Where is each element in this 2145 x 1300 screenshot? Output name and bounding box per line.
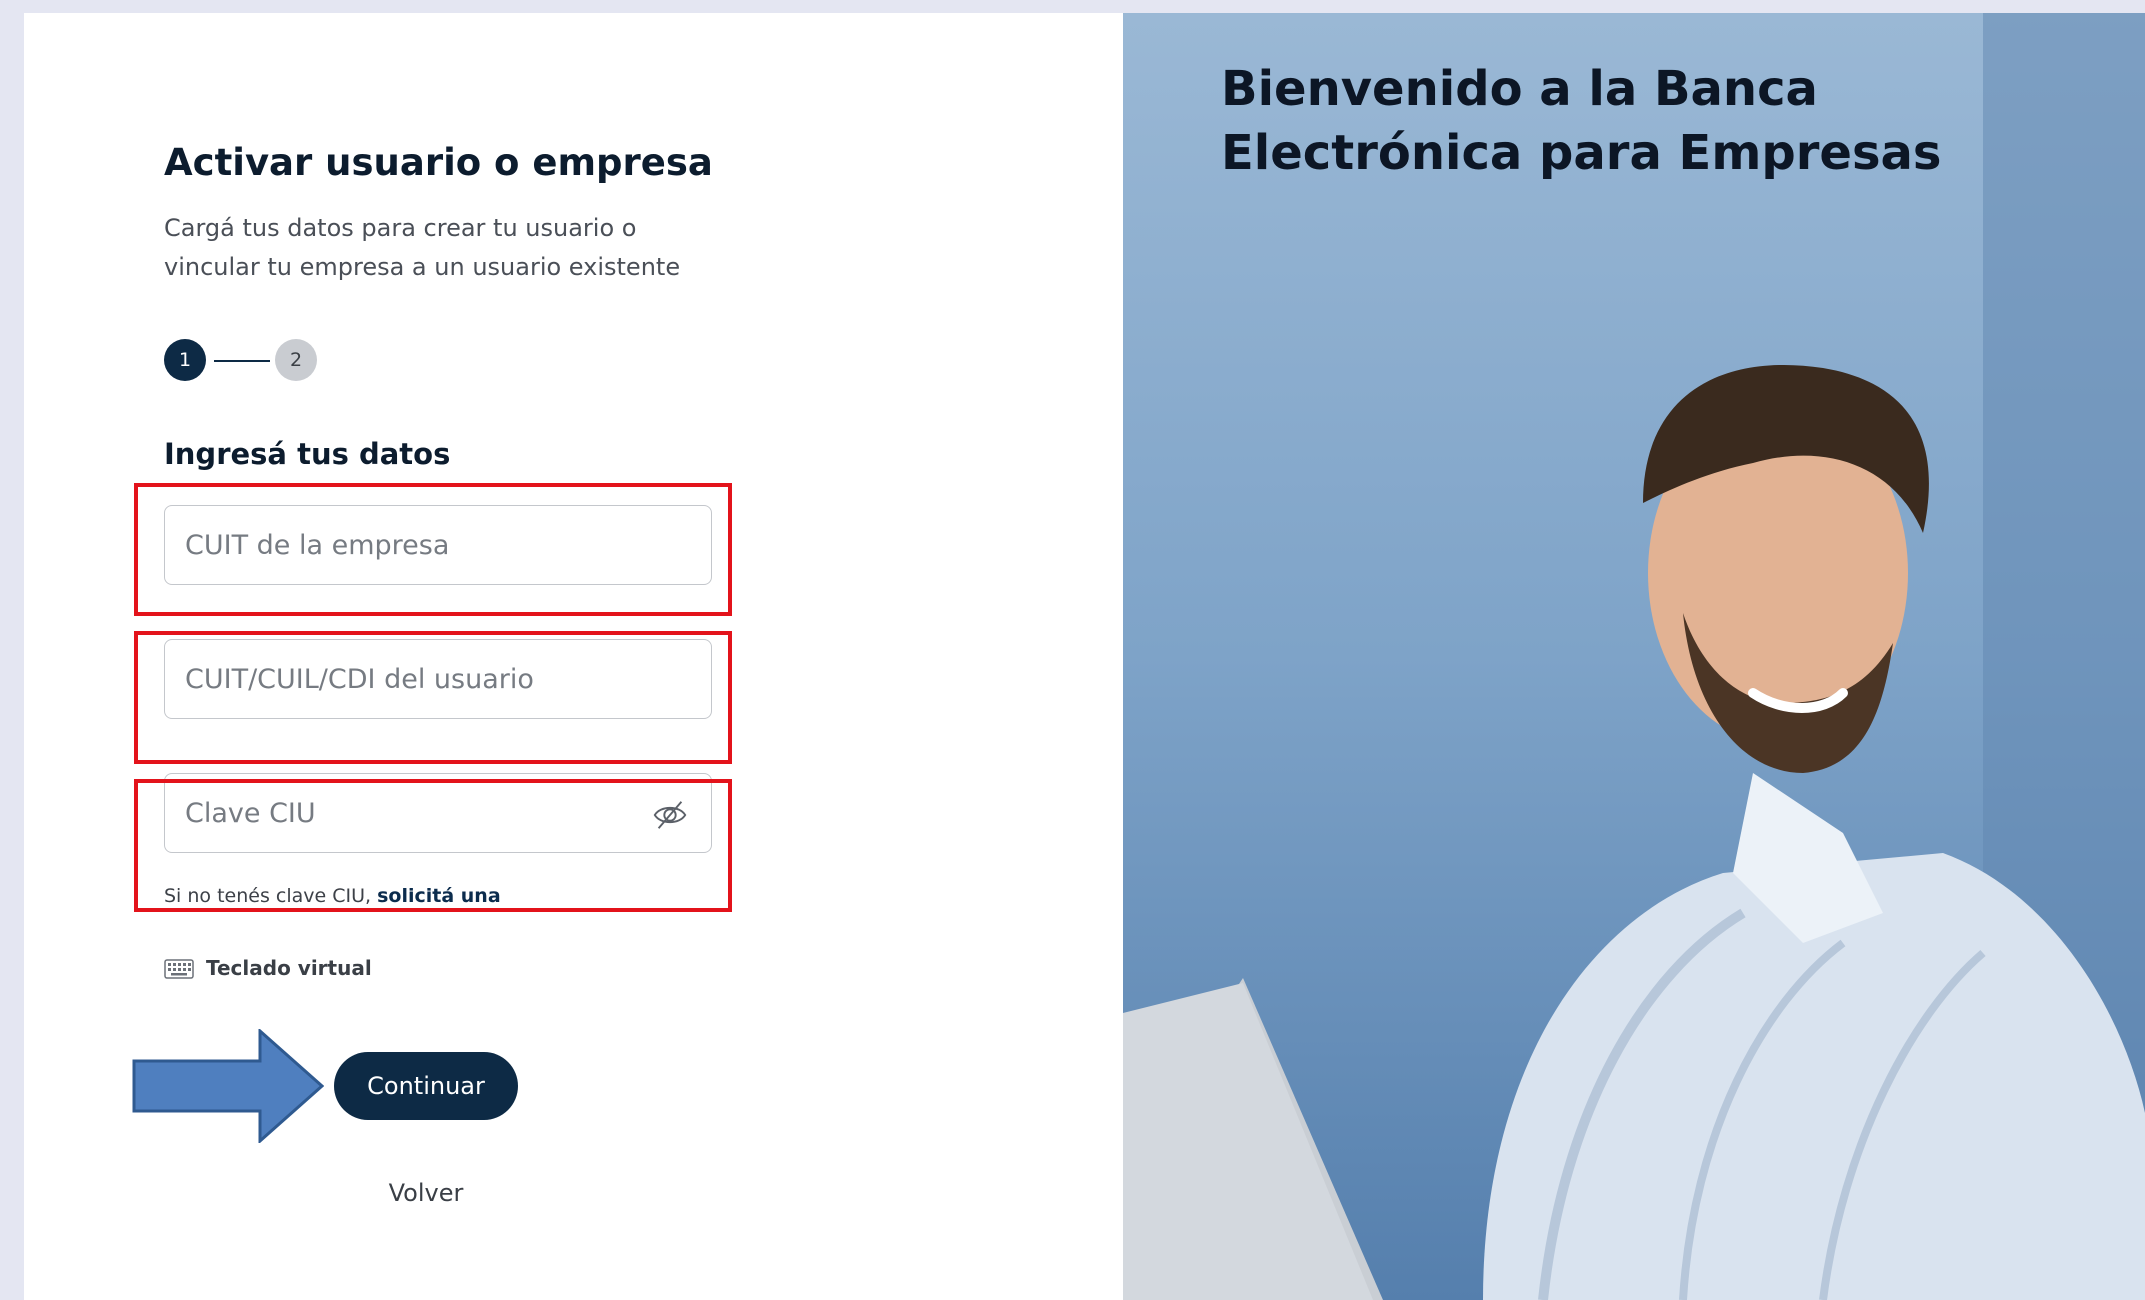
- back-link[interactable]: Volver: [334, 1179, 518, 1207]
- clave-ciu-input[interactable]: [165, 774, 711, 852]
- page-title: Activar usuario o empresa: [164, 141, 713, 184]
- eye-slash-icon[interactable]: [651, 796, 689, 834]
- helper-text: Si no tenés clave CIU,: [164, 885, 378, 907]
- cuit-usuario-field[interactable]: [164, 639, 712, 719]
- form-panel: Activar usuario o empresa Cargá tus dato…: [24, 13, 1123, 1300]
- step-1-indicator: 1: [164, 339, 206, 381]
- solicitar-clave-link[interactable]: solicitá una: [377, 885, 501, 907]
- hero-panel: Bienvenido a la Banca Electrónica para E…: [1123, 13, 2145, 1300]
- step-connector: [214, 360, 270, 362]
- section-title: Ingresá tus datos: [164, 437, 451, 471]
- step-2-indicator: 2: [275, 339, 317, 381]
- arrow-annotation-icon: [132, 1029, 324, 1143]
- clave-ciu-helper: Si no tenés clave CIU, solicitá una: [164, 885, 501, 907]
- cuit-usuario-input[interactable]: [165, 640, 711, 718]
- cuit-empresa-input[interactable]: [165, 506, 711, 584]
- virtual-keyboard-label: Teclado virtual: [206, 956, 372, 980]
- keyboard-icon: [164, 959, 194, 979]
- page-subtitle: Cargá tus datos para crear tu usuario o …: [164, 214, 681, 281]
- page: Activar usuario o empresa Cargá tus dato…: [24, 13, 2145, 1300]
- cuit-empresa-field[interactable]: [164, 505, 712, 585]
- continue-button[interactable]: Continuar: [334, 1052, 518, 1120]
- clave-ciu-field[interactable]: [164, 773, 712, 853]
- welcome-title: Bienvenido a la Banca Electrónica para E…: [1221, 61, 1942, 181]
- hero-photo: [1123, 13, 2145, 1300]
